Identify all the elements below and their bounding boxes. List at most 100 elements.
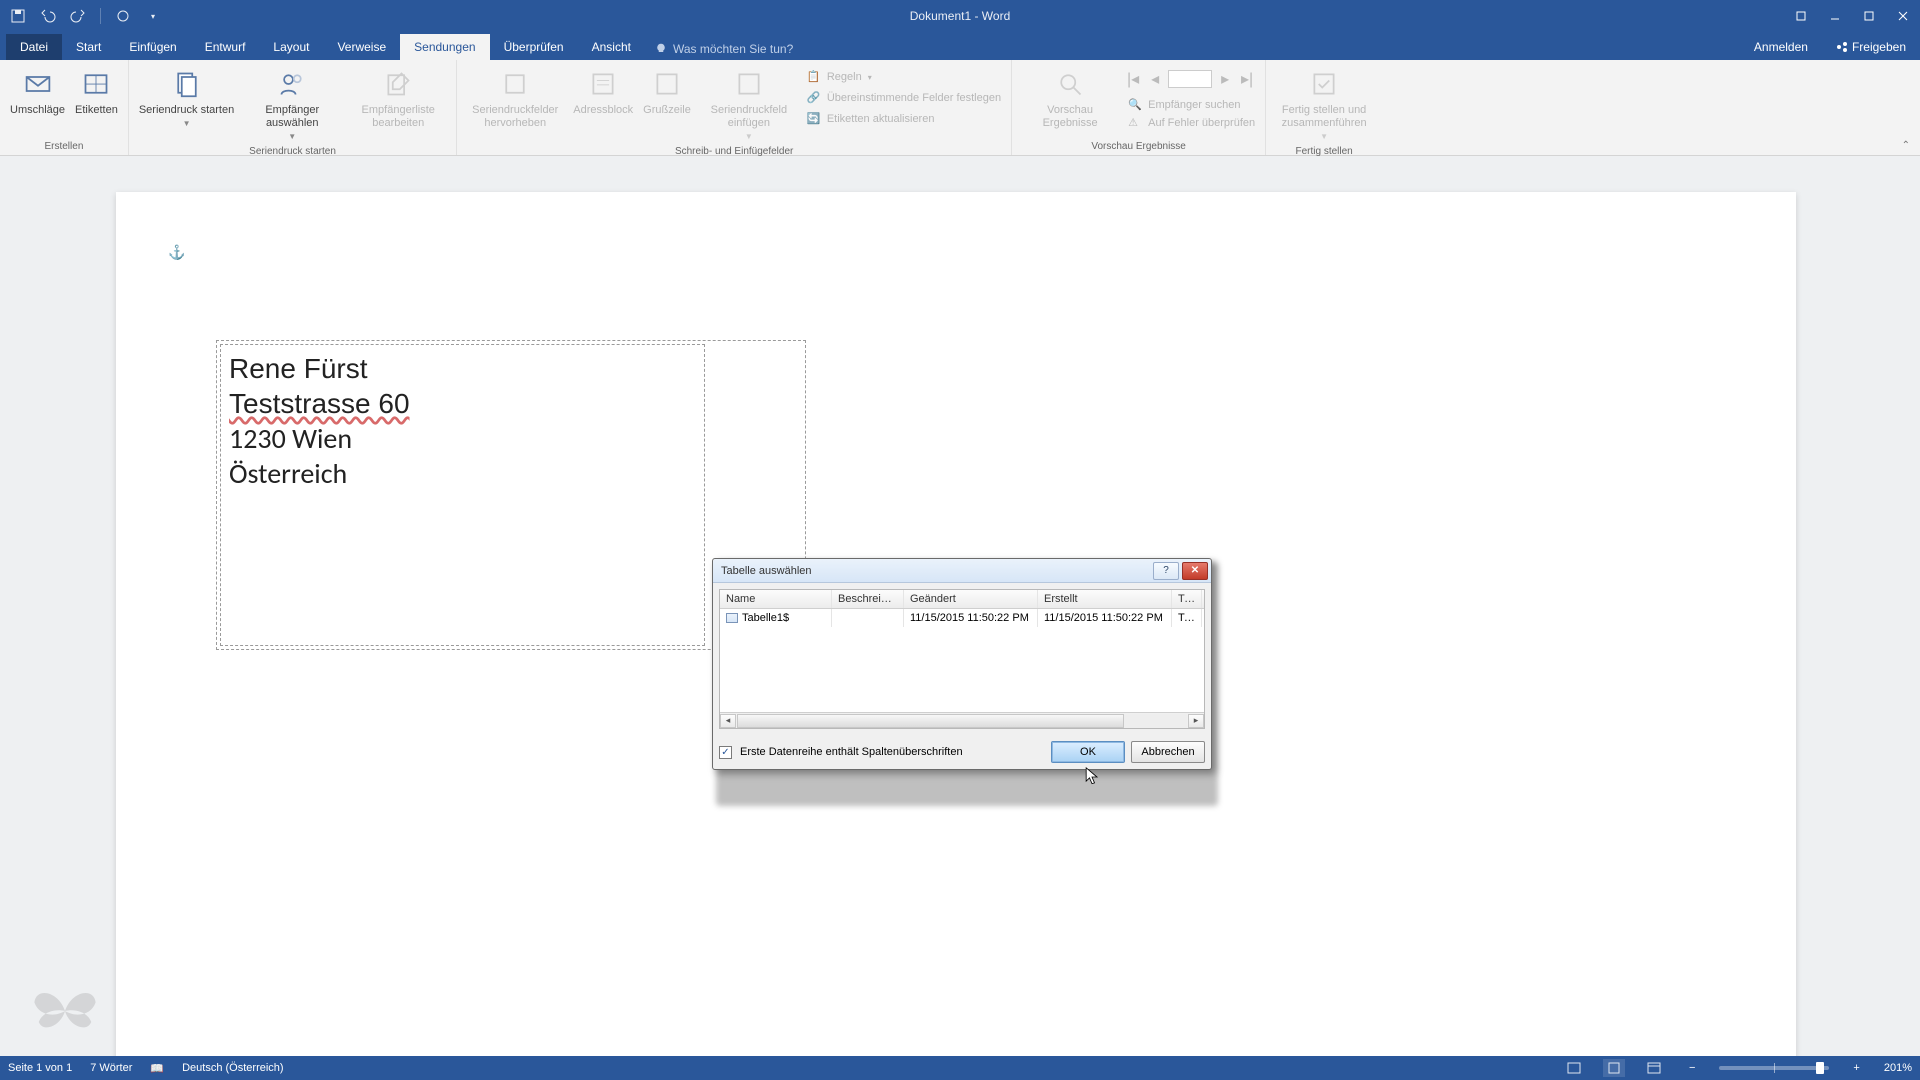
tell-me-search[interactable]: Was möchten Sie tun? — [645, 38, 803, 60]
start-merge-button[interactable]: Seriendruck starten▼ — [135, 64, 238, 131]
dialog-close-button[interactable]: ✕ — [1182, 562, 1208, 580]
last-record-button[interactable]: ▸| — [1238, 70, 1256, 88]
status-spell-icon[interactable]: 📖 — [150, 1062, 164, 1075]
save-icon[interactable] — [10, 8, 26, 24]
envelopes-button[interactable]: Umschläge — [6, 64, 69, 119]
touch-mode-icon[interactable] — [115, 8, 131, 24]
status-lang[interactable]: Deutsch (Österreich) — [182, 1062, 283, 1074]
scroll-track[interactable] — [737, 714, 1187, 728]
edit-list-icon — [382, 68, 414, 100]
check-errors-button[interactable]: ⚠Auf Fehler überprüfen — [1124, 114, 1259, 132]
dialog-titlebar[interactable]: Tabelle auswählen ? ✕ — [713, 559, 1211, 583]
tell-me-placeholder: Was möchten Sie tun? — [673, 42, 793, 56]
dialog-help-button[interactable]: ? — [1153, 562, 1179, 580]
previous-record-button[interactable]: ◂ — [1146, 70, 1164, 88]
col-cre[interactable]: Erstellt — [1038, 590, 1172, 608]
first-row-headers-label[interactable]: Erste Datenreihe enthält Spaltenüberschr… — [740, 746, 963, 758]
collapse-ribbon-button[interactable]: ⌃ — [1902, 140, 1910, 151]
scroll-thumb[interactable] — [737, 714, 1124, 728]
signin-link[interactable]: Anmelden — [1740, 34, 1822, 60]
next-record-button[interactable]: ▸ — [1216, 70, 1234, 88]
ok-button[interactable]: OK — [1051, 741, 1125, 763]
greeting-line-button[interactable]: Grußzeile — [639, 64, 695, 119]
first-row-headers-checkbox[interactable]: ✓ — [719, 746, 732, 759]
first-record-button[interactable]: |◂ — [1124, 70, 1142, 88]
minimize-button[interactable] — [1818, 0, 1852, 32]
finish-merge-button[interactable]: Fertig stellen und zusammenführen▼ — [1272, 64, 1376, 144]
document-area[interactable]: ⚓ Rene Fürst Teststrasse 60 1230 Wien Ös… — [0, 156, 1920, 1056]
maximize-button[interactable] — [1852, 0, 1886, 32]
view-read-button[interactable] — [1563, 1059, 1585, 1077]
preview-results-button[interactable]: Vorschau Ergebnisse — [1018, 64, 1122, 132]
update-labels-button[interactable]: 🔄Etiketten aktualisieren — [803, 110, 1005, 128]
status-page[interactable]: Seite 1 von 1 — [8, 1062, 72, 1074]
match-fields-label: Übereinstimmende Felder festlegen — [827, 92, 1001, 104]
col-desc[interactable]: Beschreibung — [832, 590, 904, 608]
table-row[interactable]: Tabelle1$ 11/15/2015 11:50:22 PM 11/15/2… — [720, 609, 1204, 627]
tab-review[interactable]: Überprüfen — [490, 34, 578, 60]
row-created: 11/15/2015 11:50:22 PM — [1038, 609, 1172, 627]
tab-design[interactable]: Entwurf — [191, 34, 260, 60]
qat-customize-icon[interactable]: ▾ — [145, 8, 161, 24]
horizontal-scrollbar[interactable]: ◂ ▸ — [720, 712, 1204, 728]
rules-label: Regeln — [827, 71, 862, 83]
envelope-icon — [22, 68, 54, 100]
address-line-4: Österreich — [229, 456, 696, 491]
edit-recipients-label: Empfängerliste bearbeiten — [350, 104, 446, 130]
view-web-button[interactable] — [1643, 1059, 1665, 1077]
zoom-slider[interactable] — [1719, 1066, 1829, 1070]
address-line-2: Teststrasse 60 — [229, 386, 696, 421]
rules-button[interactable]: 📋Regeln ▾ — [803, 68, 1005, 86]
tab-view[interactable]: Ansicht — [578, 34, 645, 60]
tab-insert[interactable]: Einfügen — [115, 34, 190, 60]
tab-mailings[interactable]: Sendungen — [400, 34, 489, 60]
match-fields-button[interactable]: 🔗 Übereinstimmende Felder festlegen — [803, 89, 1005, 107]
scroll-left-button[interactable]: ◂ — [720, 714, 736, 728]
col-type[interactable]: Typ — [1172, 590, 1202, 608]
col-mod[interactable]: Geändert — [904, 590, 1038, 608]
greeting-icon — [651, 68, 683, 100]
row-type: TABLE — [1172, 609, 1202, 627]
status-words[interactable]: 7 Wörter — [90, 1062, 132, 1074]
group-create-label: Erstellen — [6, 139, 122, 155]
row-desc — [832, 609, 904, 627]
update-labels-label: Etiketten aktualisieren — [827, 113, 935, 125]
record-number-input[interactable] — [1168, 70, 1212, 88]
labels-button[interactable]: Etiketten — [71, 64, 122, 119]
tab-layout[interactable]: Layout — [259, 34, 323, 60]
undo-icon[interactable] — [40, 8, 56, 24]
tab-references[interactable]: Verweise — [323, 34, 400, 60]
redo-icon[interactable] — [70, 8, 86, 24]
cancel-button[interactable]: Abbrechen — [1131, 741, 1205, 763]
error-icon: ⚠ — [1128, 116, 1142, 130]
group-write-fields: Seriendruckfelder hervorheben Adressbloc… — [457, 60, 1012, 155]
tab-start[interactable]: Start — [62, 34, 115, 60]
share-button[interactable]: Freigeben — [1822, 34, 1920, 60]
tab-file[interactable]: Datei — [6, 34, 62, 60]
find-recipient-button[interactable]: 🔍Empfänger suchen — [1124, 96, 1244, 114]
status-bar: Seite 1 von 1 7 Wörter 📖 Deutsch (Österr… — [0, 1056, 1920, 1080]
close-button[interactable] — [1886, 0, 1920, 32]
table-list-header[interactable]: Name Beschreibung Geändert Erstellt Typ — [720, 590, 1204, 609]
col-name[interactable]: Name — [720, 590, 832, 608]
address-block-button[interactable]: Adressblock — [569, 64, 637, 119]
cursor-icon — [1085, 767, 1099, 787]
insert-merge-field-button[interactable]: Seriendruckfeld einfügen▼ — [697, 64, 801, 144]
highlight-fields-button[interactable]: Seriendruckfelder hervorheben — [463, 64, 567, 132]
scroll-right-button[interactable]: ▸ — [1188, 714, 1204, 728]
start-merge-label: Seriendruck starten — [139, 104, 234, 117]
edit-recipients-button[interactable]: Empfängerliste bearbeiten — [346, 64, 450, 132]
zoom-level[interactable]: 201% — [1884, 1062, 1912, 1074]
table-list[interactable]: Name Beschreibung Geändert Erstellt Typ … — [719, 589, 1205, 729]
select-table-dialog: Tabelle auswählen ? ✕ Name Beschreibung … — [712, 558, 1212, 770]
view-print-button[interactable] — [1603, 1059, 1625, 1077]
zoom-in-button[interactable]: + — [1847, 1062, 1865, 1074]
ribbon-options-button[interactable] — [1784, 0, 1818, 32]
zoom-out-button[interactable]: − — [1683, 1062, 1701, 1074]
select-recipients-button[interactable]: Empfänger auswählen▼ — [240, 64, 344, 144]
group-preview-label: Vorschau Ergebnisse — [1018, 139, 1259, 155]
address-icon — [587, 68, 619, 100]
ribbon: Umschläge Etiketten Erstellen Seriendruc… — [0, 60, 1920, 156]
quick-access-toolbar: ▾ — [0, 8, 161, 24]
match-icon: 🔗 — [807, 91, 821, 105]
